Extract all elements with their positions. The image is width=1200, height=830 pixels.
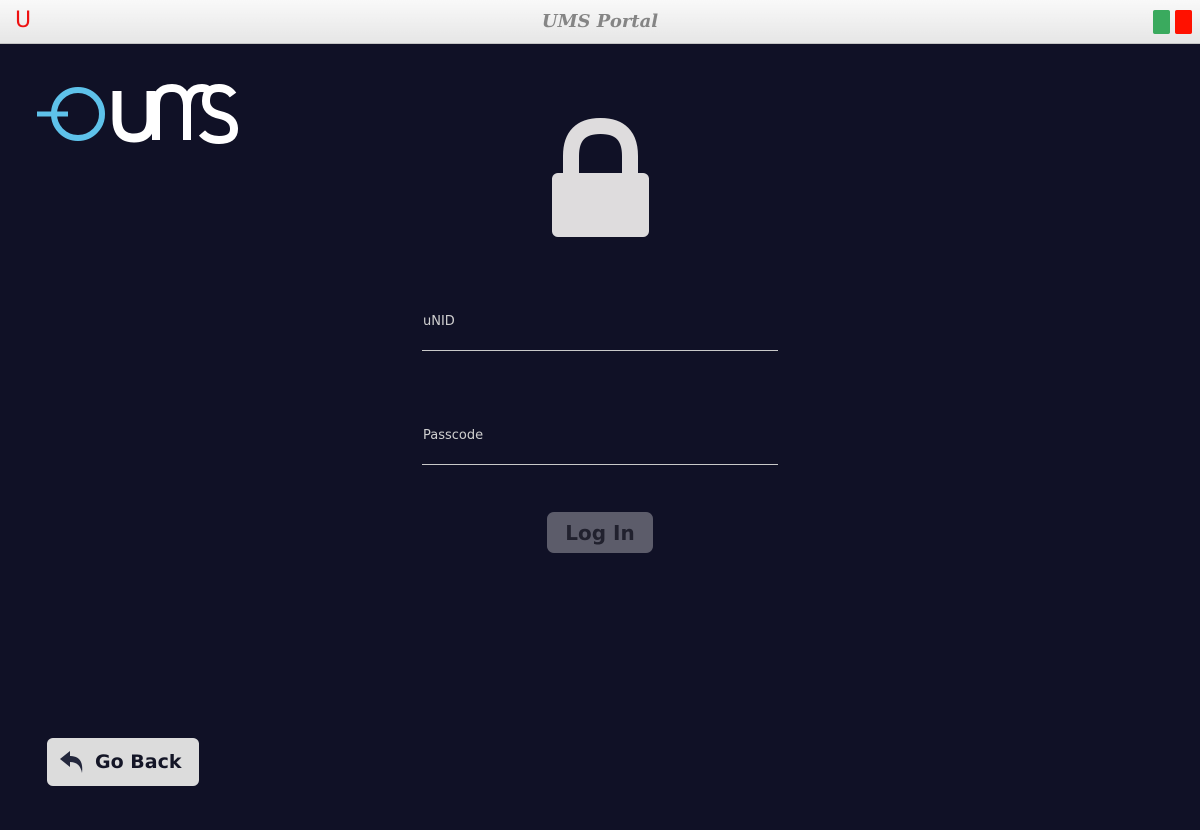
login-button[interactable]: Log In bbox=[547, 512, 653, 553]
unid-input[interactable] bbox=[422, 312, 778, 350]
unid-field[interactable]: uNID bbox=[422, 312, 778, 351]
close-button[interactable] bbox=[1175, 10, 1192, 34]
go-back-label: Go Back bbox=[95, 751, 182, 773]
passcode-field[interactable]: Passcode bbox=[422, 426, 778, 465]
maximize-button[interactable] bbox=[1153, 10, 1170, 34]
go-back-button[interactable]: Go Back bbox=[47, 738, 199, 786]
passcode-input[interactable] bbox=[422, 426, 778, 464]
lock-icon bbox=[552, 118, 649, 237]
ums-logo bbox=[37, 84, 238, 145]
reply-arrow-icon bbox=[60, 751, 83, 773]
window-titlebar: U UMS Portal bbox=[0, 0, 1200, 44]
window-title: UMS Portal bbox=[541, 11, 659, 32]
